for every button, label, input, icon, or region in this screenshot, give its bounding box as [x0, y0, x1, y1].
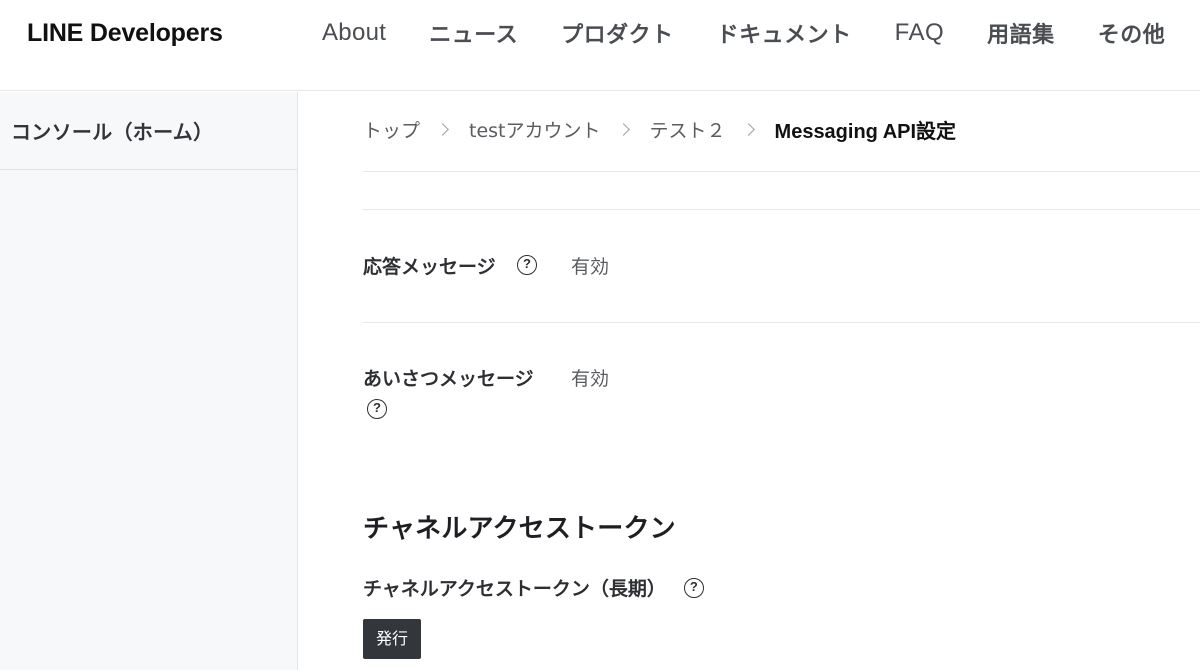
nav-item-more[interactable]: その他 — [1098, 17, 1166, 49]
setting-label-greeting: あいさつメッセージ — [363, 368, 534, 390]
site-logo[interactable]: LINE Developers — [27, 19, 223, 48]
nav-item-documents[interactable]: ドキュメント — [717, 17, 852, 49]
setting-row-greeting: あいさつメッセージ ? 有効 — [363, 364, 1200, 434]
top-header: LINE Developers About ニュース プロダクト ドキュメント … — [0, 0, 1200, 91]
setting-row-auto-reply: 応答メッセージ ? 有効 — [363, 252, 1200, 292]
question-circle-icon[interactable]: ? — [683, 577, 704, 598]
sidebar-item-label: コンソール（ホーム） — [11, 120, 214, 144]
nav-item-faq[interactable]: FAQ — [895, 19, 945, 47]
setting-label-auto-reply: 応答メッセージ — [363, 256, 496, 278]
nav-item-glossary[interactable]: 用語集 — [987, 17, 1055, 49]
breadcrumb-item-channel[interactable]: テスト２ — [650, 116, 726, 143]
question-circle-icon[interactable]: ? — [517, 255, 537, 275]
main-nav: About ニュース プロダクト ドキュメント FAQ 用語集 その他 — [322, 18, 1165, 48]
sidebar-item-console-home[interactable]: コンソール（ホーム） — [0, 92, 297, 170]
sidebar: コンソール（ホーム） — [0, 92, 298, 670]
breadcrumb-current: Messaging API設定 — [774, 121, 957, 143]
subheading-label: チャネルアクセストークン（長期） — [363, 578, 666, 600]
setting-value-auto-reply: 有効 — [571, 256, 610, 278]
section-heading-channel-access-token: チャネルアクセストークン — [363, 514, 676, 544]
question-circle-icon[interactable]: ? — [367, 399, 387, 419]
divider — [363, 322, 1200, 323]
chevron-right-icon — [741, 123, 755, 136]
chevron-right-icon — [436, 123, 449, 136]
chevron-right-icon — [616, 123, 630, 136]
nav-item-about[interactable]: About — [322, 19, 386, 47]
divider — [363, 209, 1200, 210]
breadcrumb-item-provider[interactable]: testアカウント — [469, 116, 601, 143]
setting-value-greeting: 有効 — [571, 368, 610, 390]
issue-token-button[interactable]: 発行 — [363, 619, 422, 659]
divider — [363, 171, 1200, 172]
main-content: トップ testアカウント テスト２ Messaging API設定 応答メッセ… — [299, 92, 1200, 670]
nav-item-news[interactable]: ニュース — [429, 17, 518, 49]
breadcrumb: トップ testアカウント テスト２ Messaging API設定 — [363, 115, 956, 144]
nav-item-products[interactable]: プロダクト — [561, 17, 674, 49]
subheading-long-lived-token: チャネルアクセストークン（長期） ? — [363, 574, 704, 601]
breadcrumb-item-top[interactable]: トップ — [363, 116, 420, 143]
